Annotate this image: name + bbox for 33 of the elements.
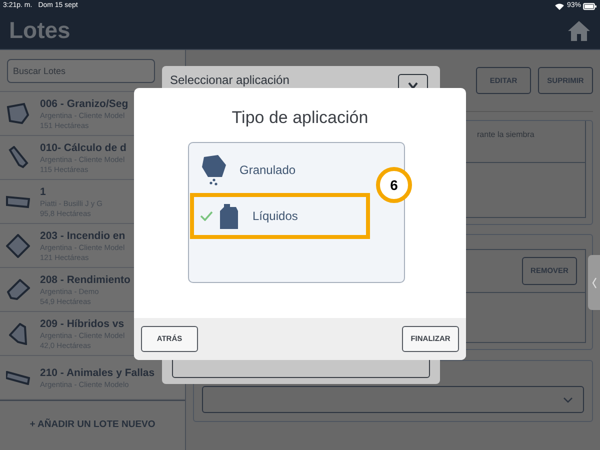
jug-icon — [218, 202, 238, 230]
option-label: Granulado — [240, 162, 296, 178]
field-name: 010- Cálculo de d — [40, 140, 126, 154]
field-name: 006 - Granizo/Seg — [40, 96, 128, 110]
chevron-down-icon — [563, 396, 573, 402]
battery-icon — [583, 2, 597, 10]
field-shape-icon — [6, 279, 30, 300]
close-icon — [408, 82, 418, 90]
field-shape-icon — [5, 102, 31, 125]
checkmark-icon — [200, 210, 212, 220]
field-shape-icon — [6, 370, 30, 384]
field-shape-icon — [9, 322, 27, 344]
field-shape-icon — [6, 194, 30, 208]
search-field[interactable]: Buscar Lotes — [7, 58, 155, 82]
option-item[interactable]: Granulado — [190, 146, 370, 192]
modal-title: Tipo de aplicación — [232, 107, 368, 129]
chevron-left-icon — [592, 276, 596, 288]
field-shape-icon — [6, 234, 30, 258]
sack-icon — [200, 152, 228, 186]
field-name: 210 - Animales y Fallas — [40, 366, 155, 380]
field-name: 208 - Rendimiento — [40, 272, 130, 286]
option-item[interactable]: Líquidos — [190, 192, 370, 238]
home-icon[interactable] — [567, 20, 591, 42]
field-shape-icon — [8, 146, 28, 169]
field-name: 1 — [40, 184, 47, 198]
page-title: Lotes — [9, 16, 70, 46]
dialog-title: Seleccionar aplicación — [170, 72, 290, 89]
dropdown-field[interactable] — [202, 386, 584, 413]
wifi-icon — [554, 2, 564, 10]
option-label: Líquidos — [252, 208, 298, 224]
field-name: 209 - Híbridos vs — [40, 316, 125, 330]
field-name: 203 - Incendio en — [40, 228, 126, 242]
note-text: rante la siembra — [477, 129, 534, 141]
